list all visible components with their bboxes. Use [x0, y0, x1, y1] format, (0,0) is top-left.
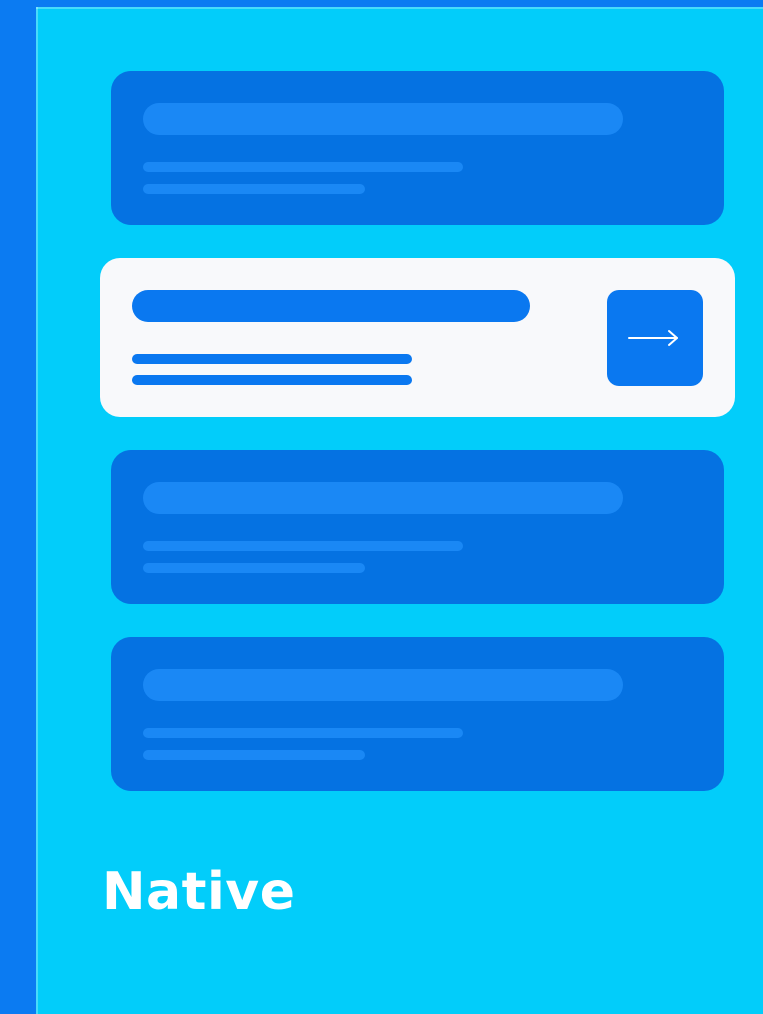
- active-list-card[interactable]: [100, 258, 735, 417]
- placeholder-title-bar: [143, 482, 623, 514]
- placeholder-line: [143, 162, 463, 172]
- placeholder-line: [143, 563, 365, 573]
- placeholder-card-3: [111, 637, 724, 791]
- active-line: [132, 354, 412, 364]
- placeholder-title-bar: [143, 669, 623, 701]
- arrow-right-icon: [628, 330, 678, 346]
- variant-label: Native: [102, 862, 296, 922]
- active-title-bar: [132, 290, 530, 322]
- placeholder-card-1: [111, 71, 724, 225]
- placeholder-line: [143, 728, 463, 738]
- open-button[interactable]: [607, 290, 703, 386]
- placeholder-line: [143, 541, 463, 551]
- placeholder-card-2: [111, 450, 724, 604]
- preview-panel: Native: [36, 7, 763, 1014]
- active-line: [132, 375, 412, 385]
- placeholder-line: [143, 184, 365, 194]
- placeholder-line: [143, 750, 365, 760]
- placeholder-title-bar: [143, 103, 623, 135]
- page: Native: [0, 0, 763, 1014]
